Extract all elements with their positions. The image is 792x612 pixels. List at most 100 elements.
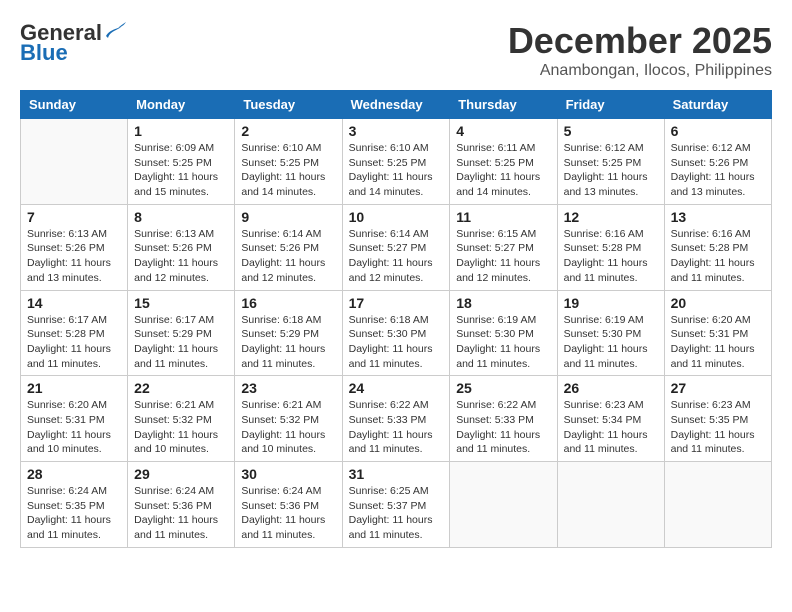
day-info: Sunrise: 6:10 AM Sunset: 5:25 PM Dayligh… bbox=[349, 141, 444, 200]
day-number: 26 bbox=[564, 380, 658, 396]
day-info: Sunrise: 6:24 AM Sunset: 5:36 PM Dayligh… bbox=[134, 484, 228, 543]
day-info: Sunrise: 6:22 AM Sunset: 5:33 PM Dayligh… bbox=[456, 398, 550, 457]
calendar-cell: 5 Sunrise: 6:12 AM Sunset: 5:25 PM Daylig… bbox=[557, 119, 664, 205]
day-number: 5 bbox=[564, 123, 658, 139]
day-number: 29 bbox=[134, 466, 228, 482]
day-number: 17 bbox=[349, 295, 444, 311]
logo-blue: Blue bbox=[20, 40, 68, 66]
calendar-cell: 11 Sunrise: 6:15 AM Sunset: 5:27 PM Dayli… bbox=[450, 204, 557, 290]
calendar-cell: 24 Sunrise: 6:22 AM Sunset: 5:33 PM Dayli… bbox=[342, 376, 450, 462]
calendar-cell: 3 Sunrise: 6:10 AM Sunset: 5:25 PM Daylig… bbox=[342, 119, 450, 205]
day-number: 3 bbox=[349, 123, 444, 139]
calendar-cell: 1 Sunrise: 6:09 AM Sunset: 5:25 PM Daylig… bbox=[128, 119, 235, 205]
day-info: Sunrise: 6:23 AM Sunset: 5:34 PM Dayligh… bbox=[564, 398, 658, 457]
day-number: 30 bbox=[241, 466, 335, 482]
logo: General Blue bbox=[20, 20, 126, 66]
day-number: 16 bbox=[241, 295, 335, 311]
day-number: 11 bbox=[456, 209, 550, 225]
calendar-cell: 22 Sunrise: 6:21 AM Sunset: 5:32 PM Dayli… bbox=[128, 376, 235, 462]
calendar-week-row: 7 Sunrise: 6:13 AM Sunset: 5:26 PM Daylig… bbox=[21, 204, 772, 290]
header-friday: Friday bbox=[557, 91, 664, 119]
day-number: 31 bbox=[349, 466, 444, 482]
calendar-cell: 10Sunrise: 6:14 AM Sunset: 5:27 PM Dayli… bbox=[342, 204, 450, 290]
day-number: 20 bbox=[671, 295, 765, 311]
calendar-cell: 17 Sunrise: 6:18 AM Sunset: 5:30 PM Dayli… bbox=[342, 290, 450, 376]
calendar-cell: 16 Sunrise: 6:18 AM Sunset: 5:29 PM Dayli… bbox=[235, 290, 342, 376]
calendar-cell bbox=[21, 119, 128, 205]
calendar-cell: 4 Sunrise: 6:11 AM Sunset: 5:25 PM Daylig… bbox=[450, 119, 557, 205]
day-number: 9 bbox=[241, 209, 335, 225]
calendar-cell: 14Sunrise: 6:17 AM Sunset: 5:28 PM Dayli… bbox=[21, 290, 128, 376]
calendar-week-row: 14Sunrise: 6:17 AM Sunset: 5:28 PM Dayli… bbox=[21, 290, 772, 376]
day-info: Sunrise: 6:13 AM Sunset: 5:26 PM Dayligh… bbox=[134, 227, 228, 286]
day-info: Sunrise: 6:17 AM Sunset: 5:29 PM Dayligh… bbox=[134, 313, 228, 372]
page-header: General Blue December 2025 Anambongan, I… bbox=[20, 20, 772, 80]
day-info: Sunrise: 6:20 AM Sunset: 5:31 PM Dayligh… bbox=[27, 398, 121, 457]
calendar-week-row: 28Sunrise: 6:24 AM Sunset: 5:35 PM Dayli… bbox=[21, 462, 772, 548]
calendar-cell: 23 Sunrise: 6:21 AM Sunset: 5:32 PM Dayli… bbox=[235, 376, 342, 462]
day-info: Sunrise: 6:19 AM Sunset: 5:30 PM Dayligh… bbox=[564, 313, 658, 372]
day-info: Sunrise: 6:12 AM Sunset: 5:26 PM Dayligh… bbox=[671, 141, 765, 200]
day-number: 15 bbox=[134, 295, 228, 311]
day-number: 6 bbox=[671, 123, 765, 139]
day-info: Sunrise: 6:24 AM Sunset: 5:36 PM Dayligh… bbox=[241, 484, 335, 543]
day-info: Sunrise: 6:18 AM Sunset: 5:29 PM Dayligh… bbox=[241, 313, 335, 372]
day-number: 19 bbox=[564, 295, 658, 311]
header-wednesday: Wednesday bbox=[342, 91, 450, 119]
calendar-cell: 12 Sunrise: 6:16 AM Sunset: 5:28 PM Dayli… bbox=[557, 204, 664, 290]
calendar-cell: 13 Sunrise: 6:16 AM Sunset: 5:28 PM Dayli… bbox=[664, 204, 771, 290]
day-info: Sunrise: 6:21 AM Sunset: 5:32 PM Dayligh… bbox=[241, 398, 335, 457]
title-block: December 2025 Anambongan, Ilocos, Philip… bbox=[508, 20, 772, 80]
day-info: Sunrise: 6:10 AM Sunset: 5:25 PM Dayligh… bbox=[241, 141, 335, 200]
day-number: 1 bbox=[134, 123, 228, 139]
calendar-cell: 25 Sunrise: 6:22 AM Sunset: 5:33 PM Dayli… bbox=[450, 376, 557, 462]
day-number: 4 bbox=[456, 123, 550, 139]
day-number: 25 bbox=[456, 380, 550, 396]
day-number: 22 bbox=[134, 380, 228, 396]
calendar-cell: 15 Sunrise: 6:17 AM Sunset: 5:29 PM Dayli… bbox=[128, 290, 235, 376]
day-number: 2 bbox=[241, 123, 335, 139]
day-info: Sunrise: 6:16 AM Sunset: 5:28 PM Dayligh… bbox=[564, 227, 658, 286]
calendar-cell: 20 Sunrise: 6:20 AM Sunset: 5:31 PM Dayli… bbox=[664, 290, 771, 376]
day-info: Sunrise: 6:09 AM Sunset: 5:25 PM Dayligh… bbox=[134, 141, 228, 200]
day-info: Sunrise: 6:25 AM Sunset: 5:37 PM Dayligh… bbox=[349, 484, 444, 543]
calendar-cell: 2 Sunrise: 6:10 AM Sunset: 5:25 PM Daylig… bbox=[235, 119, 342, 205]
day-info: Sunrise: 6:16 AM Sunset: 5:28 PM Dayligh… bbox=[671, 227, 765, 286]
calendar-cell bbox=[664, 462, 771, 548]
calendar-cell: 18Sunrise: 6:19 AM Sunset: 5:30 PM Dayli… bbox=[450, 290, 557, 376]
header-monday: Monday bbox=[128, 91, 235, 119]
calendar-table: SundayMondayTuesdayWednesdayThursdayFrid… bbox=[20, 90, 772, 548]
day-info: Sunrise: 6:15 AM Sunset: 5:27 PM Dayligh… bbox=[456, 227, 550, 286]
day-info: Sunrise: 6:12 AM Sunset: 5:25 PM Dayligh… bbox=[564, 141, 658, 200]
day-info: Sunrise: 6:11 AM Sunset: 5:25 PM Dayligh… bbox=[456, 141, 550, 200]
day-number: 10 bbox=[349, 209, 444, 225]
day-info: Sunrise: 6:14 AM Sunset: 5:26 PM Dayligh… bbox=[241, 227, 335, 286]
day-info: Sunrise: 6:18 AM Sunset: 5:30 PM Dayligh… bbox=[349, 313, 444, 372]
day-number: 23 bbox=[241, 380, 335, 396]
calendar-week-row: 21Sunrise: 6:20 AM Sunset: 5:31 PM Dayli… bbox=[21, 376, 772, 462]
day-info: Sunrise: 6:20 AM Sunset: 5:31 PM Dayligh… bbox=[671, 313, 765, 372]
calendar-cell: 9 Sunrise: 6:14 AM Sunset: 5:26 PM Daylig… bbox=[235, 204, 342, 290]
calendar-cell: 7 Sunrise: 6:13 AM Sunset: 5:26 PM Daylig… bbox=[21, 204, 128, 290]
day-number: 14 bbox=[27, 295, 121, 311]
day-number: 12 bbox=[564, 209, 658, 225]
calendar-cell: 21Sunrise: 6:20 AM Sunset: 5:31 PM Dayli… bbox=[21, 376, 128, 462]
header-thursday: Thursday bbox=[450, 91, 557, 119]
calendar-cell: 31 Sunrise: 6:25 AM Sunset: 5:37 PM Dayli… bbox=[342, 462, 450, 548]
logo-bird-icon bbox=[104, 22, 126, 40]
calendar-header-row: SundayMondayTuesdayWednesdayThursdayFrid… bbox=[21, 91, 772, 119]
calendar-cell: 26 Sunrise: 6:23 AM Sunset: 5:34 PM Dayli… bbox=[557, 376, 664, 462]
day-number: 7 bbox=[27, 209, 121, 225]
day-number: 13 bbox=[671, 209, 765, 225]
day-info: Sunrise: 6:13 AM Sunset: 5:26 PM Dayligh… bbox=[27, 227, 121, 286]
calendar-cell: 6 Sunrise: 6:12 AM Sunset: 5:26 PM Daylig… bbox=[664, 119, 771, 205]
location: Anambongan, Ilocos, Philippines bbox=[508, 62, 772, 80]
calendar-cell bbox=[557, 462, 664, 548]
day-info: Sunrise: 6:22 AM Sunset: 5:33 PM Dayligh… bbox=[349, 398, 444, 457]
calendar-cell: 19 Sunrise: 6:19 AM Sunset: 5:30 PM Dayli… bbox=[557, 290, 664, 376]
header-tuesday: Tuesday bbox=[235, 91, 342, 119]
day-number: 24 bbox=[349, 380, 444, 396]
day-info: Sunrise: 6:21 AM Sunset: 5:32 PM Dayligh… bbox=[134, 398, 228, 457]
day-info: Sunrise: 6:24 AM Sunset: 5:35 PM Dayligh… bbox=[27, 484, 121, 543]
header-sunday: Sunday bbox=[21, 91, 128, 119]
